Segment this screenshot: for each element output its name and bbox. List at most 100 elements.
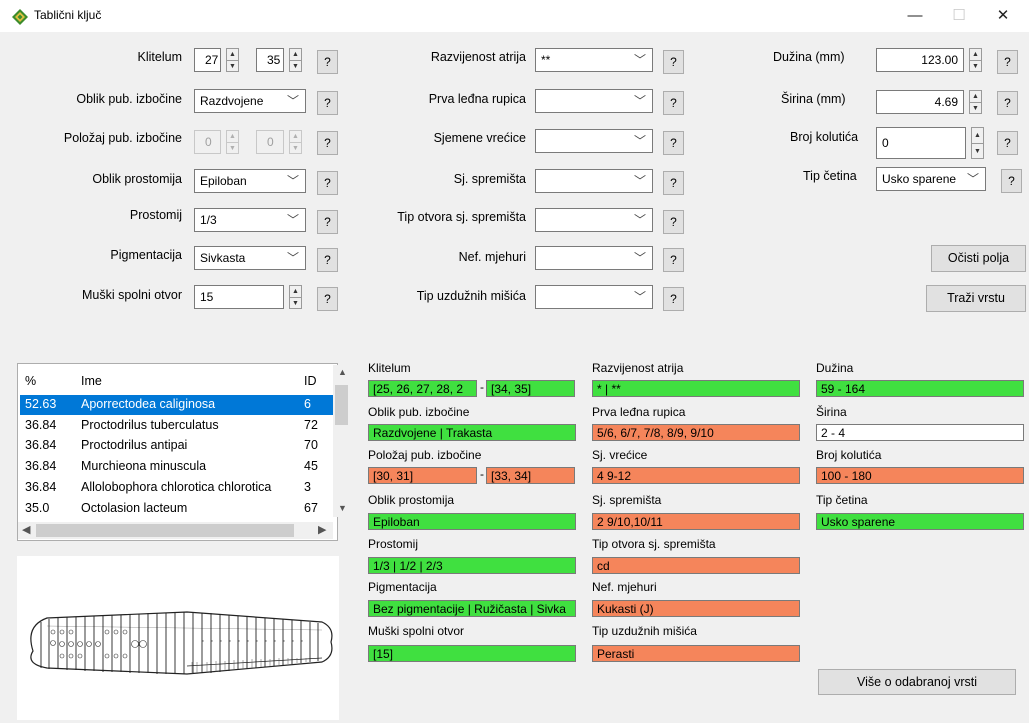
chevron-down-icon: ﹀ <box>633 134 646 148</box>
list-item[interactable]: 36.84 Murchieona minuscula 45 <box>20 457 337 477</box>
scroll-right-arrow-icon[interactable]: ▶ <box>318 523 326 536</box>
sj-spremista-select[interactable]: ﹀ <box>535 169 653 193</box>
spin-up-icon[interactable]: ▲ <box>970 49 981 60</box>
prostomij-select[interactable]: 1/3 ﹀ <box>194 208 306 232</box>
duzina-input[interactable]: 123.00 <box>876 48 964 72</box>
sirina-input[interactable]: 4.69 <box>876 90 964 114</box>
spin-up-icon[interactable]: ▲ <box>290 49 301 60</box>
spin-down-icon[interactable]: ▼ <box>290 297 301 308</box>
klitelum-to-spinner[interactable]: ▲ ▼ <box>289 48 302 72</box>
scrollbar-thumb[interactable] <box>36 524 294 537</box>
sj-spremista-help-button[interactable]: ? <box>663 171 684 195</box>
oblik-pub-select[interactable]: Razdvojene ﹀ <box>194 89 306 113</box>
misici-help-button[interactable]: ? <box>663 287 684 311</box>
spin-down-icon[interactable]: ▼ <box>227 60 238 71</box>
oblik-pub-help-button[interactable]: ? <box>317 91 338 115</box>
spin-down-icon[interactable]: ▼ <box>972 143 983 158</box>
atrij-help-button[interactable]: ? <box>663 50 684 74</box>
sjemene-select[interactable]: ﹀ <box>535 129 653 153</box>
col-header-name[interactable]: Ime <box>81 374 102 388</box>
prva-ledna-select[interactable]: ﹀ <box>535 89 653 113</box>
detail-sj-spremista-label: Sj. spremišta <box>592 493 662 507</box>
sirina-spinner[interactable]: ▲ ▼ <box>969 90 982 114</box>
scroll-up-arrow-icon[interactable]: ▲ <box>338 367 347 377</box>
pigmentacija-help-button[interactable]: ? <box>317 248 338 272</box>
spin-up-icon[interactable]: ▲ <box>227 49 238 60</box>
item-name: Murchieona minuscula <box>81 459 207 473</box>
clear-fields-button[interactable]: Očisti polja <box>931 245 1026 272</box>
scrollbar-thumb[interactable] <box>335 385 348 425</box>
item-percent: 36.84 <box>25 459 57 473</box>
detail-oblik-prost-value: Epiloban <box>368 513 576 530</box>
minimize-button[interactable]: — <box>893 0 937 32</box>
spin-down-icon[interactable]: ▼ <box>290 60 301 71</box>
tip-otvora-select[interactable]: ﹀ <box>535 208 653 232</box>
search-species-button[interactable]: Traži vrstu <box>926 285 1026 312</box>
chevron-down-icon: ﹀ <box>966 172 979 186</box>
duzina-spinner[interactable]: ▲ ▼ <box>969 48 982 72</box>
list-item[interactable]: 36.84 Proctodrilus antipai 70 <box>20 436 337 456</box>
detail-misici-value: Perasti <box>592 645 800 662</box>
prva-ledna-help-button[interactable]: ? <box>663 91 684 115</box>
oblik-prost-help-button[interactable]: ? <box>317 171 338 195</box>
spin-down-icon[interactable]: ▼ <box>970 102 981 113</box>
spin-down-icon[interactable]: ▼ <box>970 60 981 71</box>
list-item[interactable]: 36.84 Proctodrilus tuberculatus 72 <box>20 416 337 436</box>
col-header-percent[interactable]: % <box>25 374 36 388</box>
muski-help-button[interactable]: ? <box>317 287 338 311</box>
klitelum-to-input[interactable]: 35 <box>256 48 284 72</box>
klitelum-from-spinner[interactable]: ▲ ▼ <box>226 48 239 72</box>
atrij-value: ** <box>541 53 551 67</box>
detail-atrij-label: Razvijenost atrija <box>592 361 684 375</box>
nef-help-button[interactable]: ? <box>663 248 684 272</box>
kolutici-input[interactable]: 0 <box>876 127 966 159</box>
spin-up-icon[interactable]: ▲ <box>970 91 981 102</box>
kolutici-help-button[interactable]: ? <box>997 131 1018 155</box>
spin-up-icon[interactable]: ▲ <box>290 286 301 297</box>
klitelum-from-input[interactable]: 27 <box>194 48 221 72</box>
item-name: Proctodrilus antipai <box>81 438 188 452</box>
muski-input[interactable]: 15 <box>194 285 284 309</box>
list-vertical-scrollbar[interactable]: ▲ ▼ <box>333 365 350 517</box>
detail-sjemene-value: 4 9-12 <box>592 467 800 484</box>
tip-otvora-help-button[interactable]: ? <box>663 210 684 234</box>
col-header-id[interactable]: ID <box>304 374 317 388</box>
prostomij-help-button[interactable]: ? <box>317 210 338 234</box>
polozaj-pub-help-button[interactable]: ? <box>317 131 338 155</box>
detail-nef-label: Nef. mjehuri <box>592 580 657 594</box>
nef-select[interactable]: ﹀ <box>535 246 653 270</box>
cetine-help-button[interactable]: ? <box>1001 169 1022 193</box>
oblik-prost-select[interactable]: Epiloban ﹀ <box>194 169 306 193</box>
item-percent: 36.84 <box>25 480 57 494</box>
cetine-select[interactable]: Usko sparene ﹀ <box>876 167 986 191</box>
oblik-pub-value: Razdvojene <box>200 94 264 108</box>
detail-oblik-prost-label: Oblik prostomija <box>368 493 455 507</box>
spin-up-icon: ▲ <box>229 133 236 140</box>
klitelum-help-button[interactable]: ? <box>317 50 338 74</box>
scroll-left-arrow-icon[interactable]: ◀ <box>22 523 30 536</box>
list-item[interactable]: 35.0 Octolasion lacteum 67 <box>20 499 337 519</box>
list-item[interactable]: 36.84 Allolobophora chlorotica chlorotic… <box>20 478 337 498</box>
list-item[interactable]: 52.63 Aporrectodea caliginosa 6 <box>20 395 333 415</box>
sjemene-help-button[interactable]: ? <box>663 131 684 155</box>
more-about-species-button[interactable]: Više o odabranoj vrsti <box>818 669 1016 695</box>
spin-up-icon[interactable]: ▲ <box>972 128 983 143</box>
item-id: 6 <box>304 397 311 411</box>
scroll-down-arrow-icon[interactable]: ▼ <box>338 503 347 513</box>
chevron-down-icon: ﹀ <box>633 174 646 188</box>
kolutici-label: Broj kolutića <box>790 130 859 144</box>
sj-spremista-label: Sj. spremišta <box>453 172 526 186</box>
species-list[interactable]: % Ime ID 52.63 Aporrectodea caliginosa 6… <box>17 363 338 541</box>
earthworm-illustration <box>30 611 333 675</box>
kolutici-spinner[interactable]: ▲ ▼ <box>971 127 984 159</box>
oblik-pub-label: Oblik pub. izbočine <box>76 92 182 106</box>
muski-spinner[interactable]: ▲ ▼ <box>289 285 302 309</box>
pigmentacija-select[interactable]: Sivkasta ﹀ <box>194 246 306 270</box>
misici-select[interactable]: ﹀ <box>535 285 653 309</box>
list-horizontal-scrollbar[interactable]: ◀ ▶ <box>18 522 333 539</box>
duzina-help-button[interactable]: ? <box>997 50 1018 74</box>
close-button[interactable]: ✕ <box>981 0 1025 32</box>
sirina-help-button[interactable]: ? <box>997 91 1018 115</box>
atrij-select[interactable]: ** ﹀ <box>535 48 653 72</box>
item-id: 3 <box>304 480 311 494</box>
